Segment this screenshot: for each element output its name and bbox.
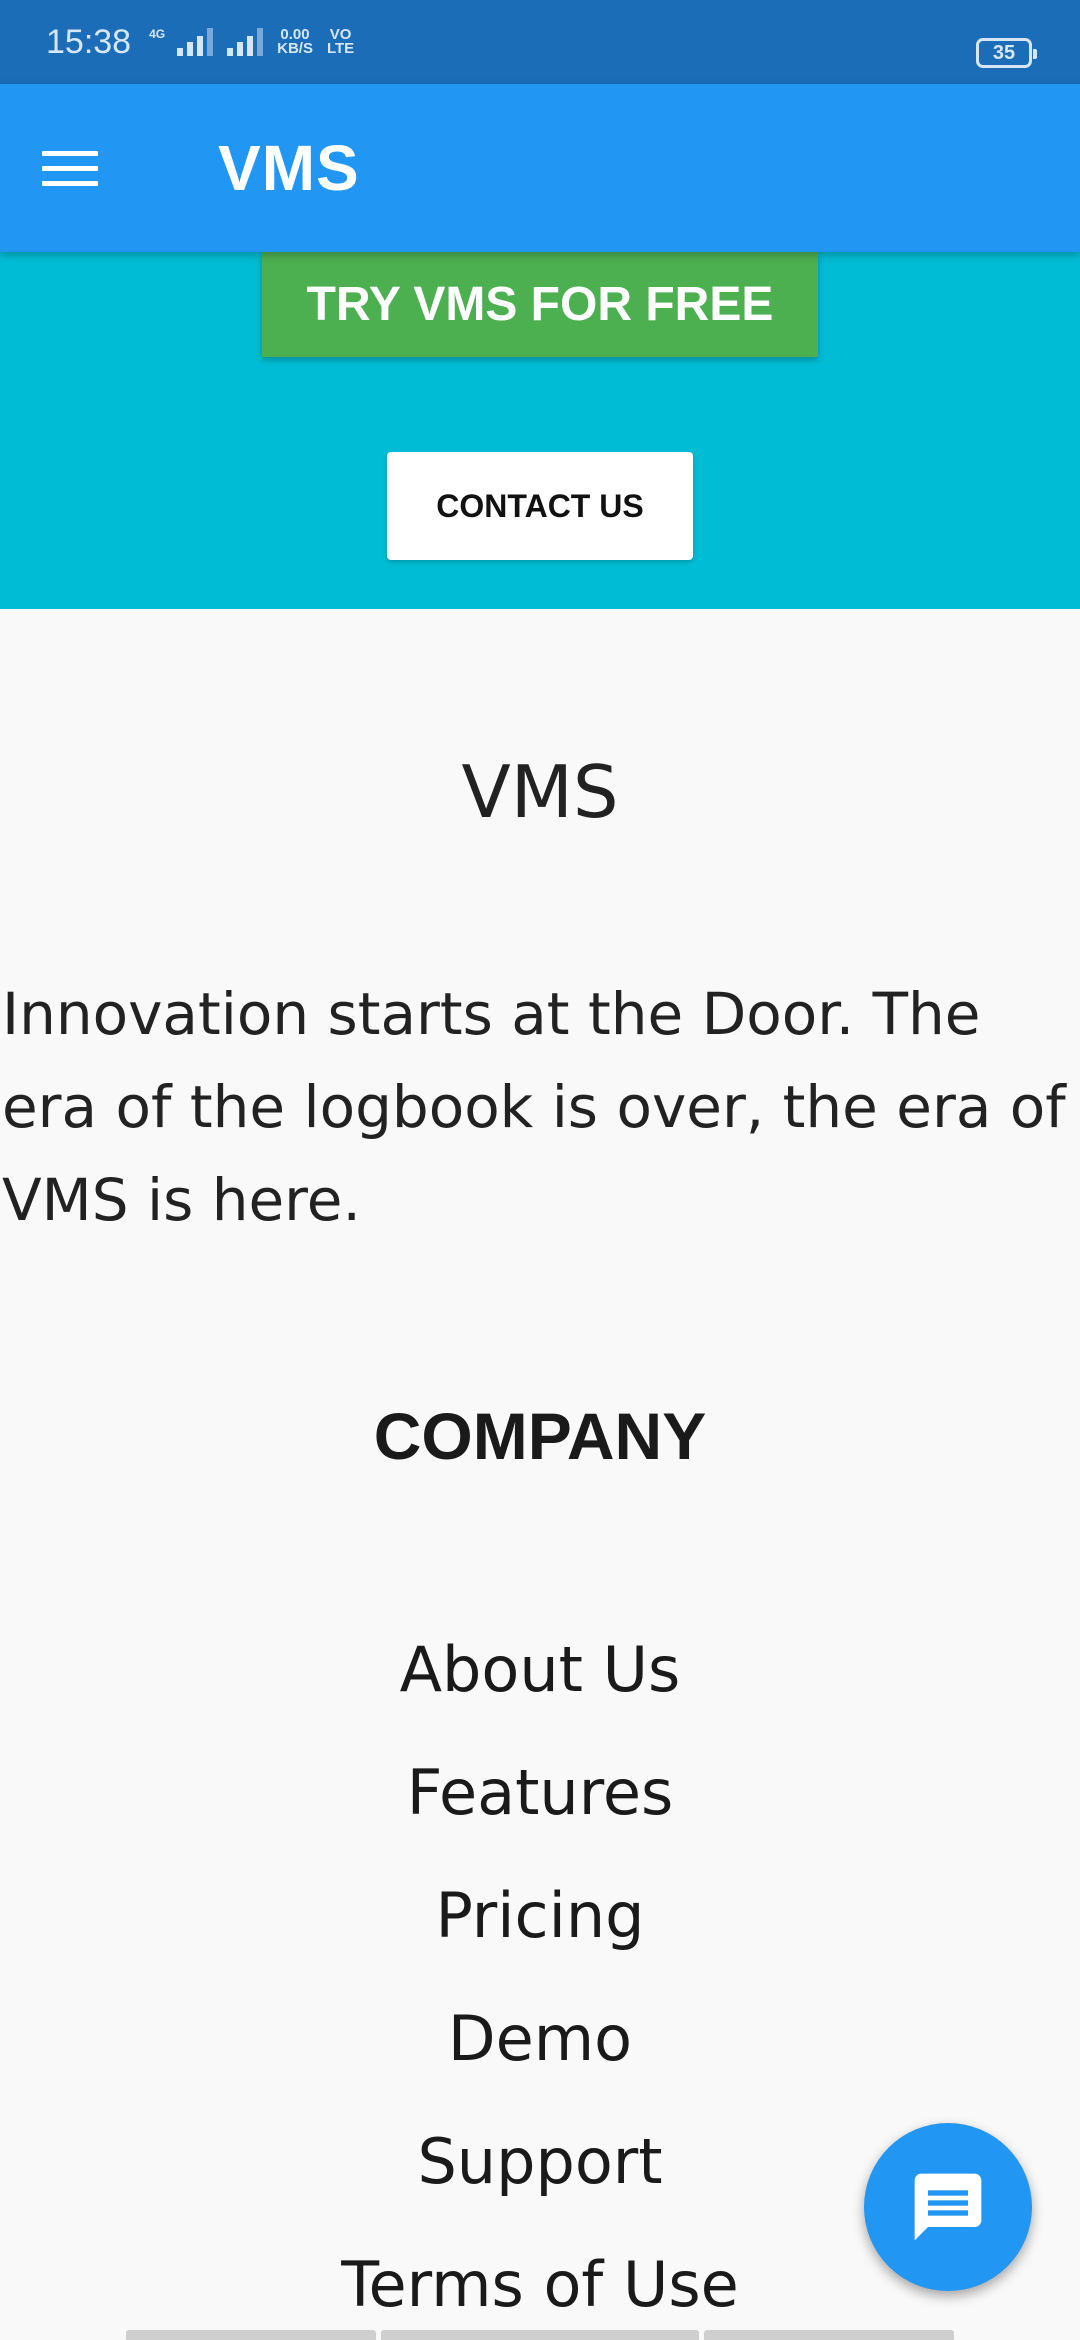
link-demo[interactable]: Demo [0,1996,1080,2119]
battery-level: 35 [992,41,1016,64]
bottom-nav-strip-center [381,2330,699,2340]
signal-strength-icon [177,28,214,56]
brand-heading: VMS [461,750,619,834]
bottom-nav-strip-left [126,2330,376,2340]
status-bar: 15:38 4G 0.00 KB/S VO LTE 35 [0,0,1080,84]
battery-icon: 35 [976,38,1037,68]
signal-strength-icon-2 [227,28,264,56]
contact-us-button[interactable]: CONTACT US [387,452,693,560]
chat-button[interactable] [864,2123,1032,2291]
bottom-nav-strip-right [704,2330,954,2340]
status-icons: 4G 0.00 KB/S VO LTE [149,27,355,57]
status-time: 15:38 [46,22,132,61]
try-free-button[interactable]: TRY VMS FOR FREE [262,252,818,357]
hero-section: TRY VMS FOR FREE CONTACT US [0,252,1080,609]
chat-message-icon [914,2173,982,2241]
link-pricing[interactable]: Pricing [0,1873,1080,1996]
data-rate-unit: KB/S [277,40,313,57]
tagline-text: Innovation starts at the Door. The era o… [2,980,1066,1234]
app-bar: VMS [0,84,1080,252]
volte-indicator: VO LTE [326,27,355,57]
data-rate: 0.00 KB/S [277,27,313,57]
app-title: VMS [218,132,360,204]
hamburger-menu-icon[interactable] [42,126,126,210]
network-type-label: 4G [149,27,166,41]
volte-bottom: LTE [326,40,355,57]
link-features[interactable]: Features [0,1750,1080,1873]
company-heading: COMPANY [373,1399,707,1473]
link-about-us[interactable]: About Us [0,1627,1080,1750]
page: 15:38 4G 0.00 KB/S VO LTE 35 VMS TRY VMS… [0,0,1080,2340]
